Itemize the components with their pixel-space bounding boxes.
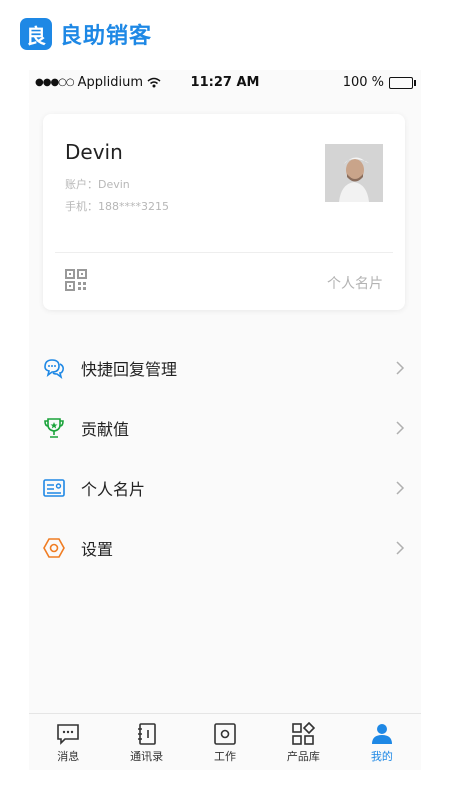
menu-item-quick-reply[interactable]: 快捷回复管理: [29, 338, 421, 398]
id-card-icon: [43, 479, 65, 497]
chevron-right-icon: [396, 361, 405, 375]
product-grid-icon: [292, 722, 316, 745]
menu-item-business-card[interactable]: 个人名片: [29, 458, 421, 518]
brand-header: 良 良助销客: [20, 18, 152, 50]
trophy-icon: [44, 418, 64, 438]
avatar[interactable]: [325, 144, 383, 202]
profile-account: 账户：Devin: [65, 178, 130, 191]
work-icon: [214, 723, 236, 745]
menu-label: 快捷回复管理: [81, 360, 178, 379]
qr-code-icon[interactable]: [65, 269, 87, 291]
brand-name: 良助销客: [60, 24, 153, 49]
message-icon: [57, 724, 80, 745]
profile-phone: 手机：188****3215: [65, 200, 169, 213]
status-bar: ●●●○○ Applidium 11:27 AM 100 %: [29, 70, 421, 96]
tab-label: 我的: [370, 750, 393, 763]
tab-label: 产品库: [286, 750, 320, 763]
tab-me[interactable]: 我的: [343, 714, 421, 770]
tab-products[interactable]: 产品库: [264, 714, 342, 770]
battery-icon: [389, 76, 416, 89]
menu-label: 贡献值: [81, 420, 130, 439]
business-card-link[interactable]: 个人名片: [327, 273, 383, 293]
tab-contacts[interactable]: 通讯录: [107, 714, 185, 770]
menu-label: 个人名片: [81, 480, 146, 499]
tab-label: 消息: [57, 750, 80, 763]
hexagon-settings-icon: [43, 538, 65, 558]
profile-card[interactable]: Devin 账户：Devin 手机：188****3215 个人名片: [43, 114, 405, 310]
profile-name: Devin: [65, 140, 123, 164]
battery-percent: 100 %: [342, 75, 384, 90]
chevron-right-icon: [396, 541, 405, 555]
chevron-right-icon: [396, 481, 405, 495]
contacts-book-icon: [137, 723, 156, 745]
phone-screen: ●●●○○ Applidium 11:27 AM 100 % Devin 账户：…: [29, 70, 421, 770]
chevron-right-icon: [396, 421, 405, 435]
menu-label: 设置: [81, 540, 114, 559]
card-divider: [55, 252, 393, 253]
tab-messages[interactable]: 消息: [29, 714, 107, 770]
menu-item-contribution[interactable]: 贡献值: [29, 398, 421, 458]
tab-label: 工作: [214, 750, 237, 763]
brand-logo-icon: 良: [20, 18, 52, 50]
menu-item-settings[interactable]: 设置: [29, 518, 421, 578]
menu-list: 快捷回复管理 贡献值 个人名片 设置: [29, 338, 421, 578]
chat-bubbles-icon: [44, 359, 64, 379]
tab-work[interactable]: 工作: [186, 714, 264, 770]
person-icon: [371, 724, 392, 744]
bottom-tab-bar: 消息 通讯录 工作 产品库 我的: [29, 713, 421, 770]
tab-label: 通讯录: [130, 750, 164, 763]
